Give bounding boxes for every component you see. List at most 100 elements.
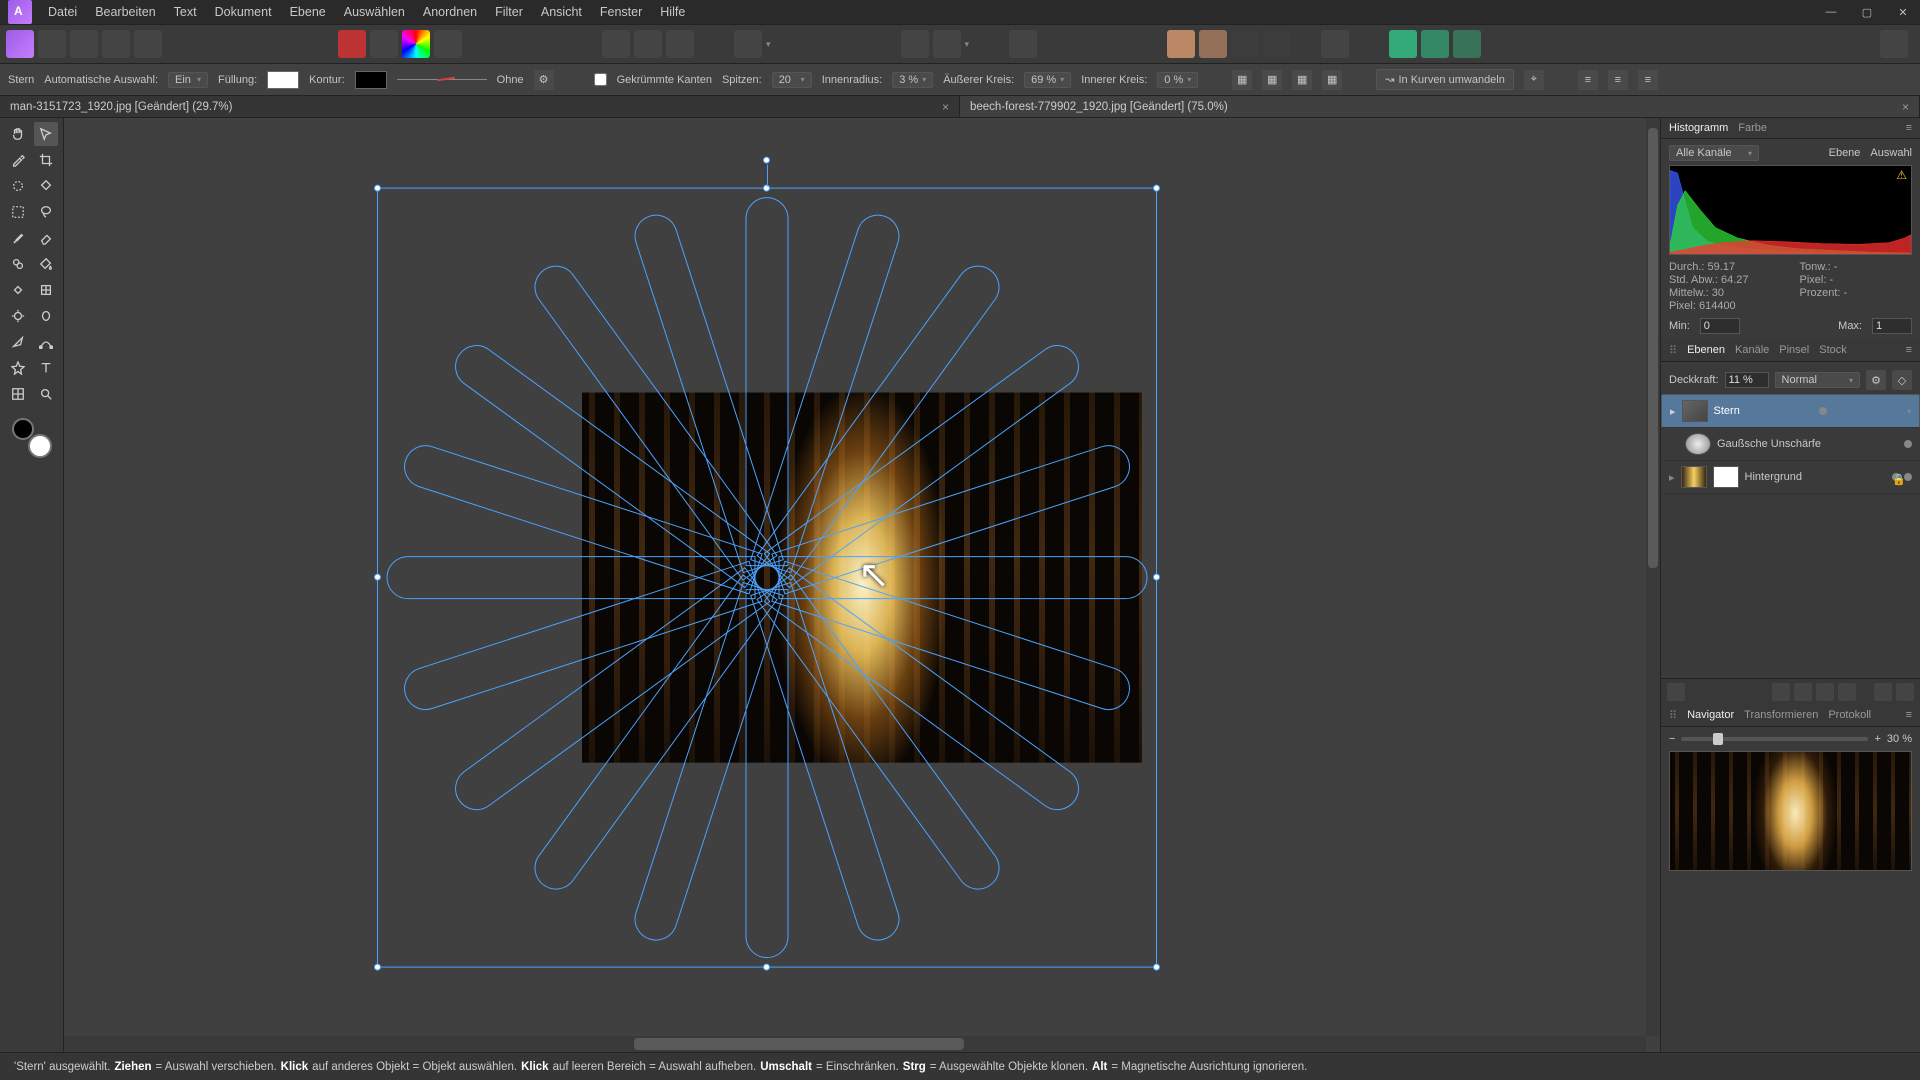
tab-histogram[interactable]: Histogramm — [1669, 122, 1728, 134]
lf-add-icon[interactable] — [1874, 683, 1892, 701]
tab-brush[interactable]: Pinsel — [1779, 344, 1809, 357]
swatch-red-icon[interactable] — [338, 30, 366, 58]
arrange-back-icon[interactable] — [1199, 30, 1227, 58]
lasso-tool-icon[interactable] — [34, 200, 58, 224]
handle-tl[interactable] — [374, 185, 381, 192]
menu-file[interactable]: Datei — [48, 5, 77, 19]
navigator-preview[interactable] — [1669, 751, 1912, 871]
layer-vis-bg[interactable] — [1904, 473, 1912, 481]
handle-ml[interactable] — [374, 574, 381, 581]
rotation-handle[interactable] — [763, 157, 770, 164]
convert-to-curves-button[interactable]: ↝In Kurven umwandeln — [1376, 69, 1514, 90]
lf-live-icon[interactable] — [1816, 683, 1834, 701]
align-v2-icon[interactable]: ≡ — [1608, 70, 1628, 90]
inpaint-tool-icon[interactable] — [34, 278, 58, 302]
handle-br[interactable] — [1153, 964, 1160, 971]
erase-tool-icon[interactable] — [34, 226, 58, 250]
layer-lock-bg[interactable]: 🔒 — [1892, 473, 1900, 481]
canvas[interactable]: ↖ — [64, 118, 1660, 1052]
min-input[interactable] — [1700, 318, 1740, 334]
crop-preset-icon[interactable] — [901, 30, 929, 58]
menu-edit[interactable]: Bearbeiten — [95, 5, 155, 19]
pen-tool-icon[interactable] — [6, 330, 30, 354]
stroke-settings-icon[interactable]: ⚙ — [534, 70, 554, 90]
align-v3-icon[interactable]: ≡ — [1638, 70, 1658, 90]
layer-vis-blur[interactable] — [1904, 440, 1912, 448]
layer-expand-bg-icon[interactable]: ▸ — [1669, 471, 1675, 484]
tab-transform[interactable]: Transformieren — [1744, 709, 1818, 722]
fill-swatch[interactable] — [267, 71, 299, 89]
stroke-swatch[interactable] — [355, 71, 387, 89]
quickmask-icon[interactable] — [1009, 30, 1037, 58]
menu-text[interactable]: Text — [174, 5, 197, 19]
menu-document[interactable]: Dokument — [215, 5, 272, 19]
crop-tool-icon[interactable] — [34, 148, 58, 172]
tab-stock[interactable]: Stock — [1819, 344, 1847, 357]
menu-help[interactable]: Hilfe — [660, 5, 685, 19]
menu-window[interactable]: Fenster — [600, 5, 642, 19]
layer-expand-icon[interactable]: ▸ — [1670, 405, 1676, 418]
layers-panel-menu-icon[interactable]: ≡ — [1906, 344, 1912, 357]
align-right-icon[interactable] — [666, 30, 694, 58]
document-tab-2[interactable]: beech-forest-779902_1920.jpg [Geändert] … — [960, 96, 1920, 117]
layer-row-blur[interactable]: Gaußsche Unschärfe — [1661, 428, 1920, 461]
channel-dropdown[interactable]: Alle Kanäle — [1669, 145, 1759, 161]
lf-delete-icon[interactable] — [1896, 683, 1914, 701]
handle-mr[interactable] — [1153, 574, 1160, 581]
smooth-edges-checkbox[interactable] — [594, 73, 607, 86]
align-left-icon[interactable] — [602, 30, 630, 58]
flood-select-icon[interactable] — [34, 174, 58, 198]
sync-1-icon[interactable] — [1389, 30, 1417, 58]
vertical-scrollbar[interactable] — [1646, 118, 1660, 1036]
text-tool-icon[interactable] — [34, 356, 58, 380]
persona-photo-icon[interactable] — [6, 30, 34, 58]
tab-layers[interactable]: Ebenen — [1687, 344, 1725, 357]
align-btn-3[interactable]: ▦ — [1292, 70, 1312, 90]
grid-icon[interactable] — [734, 30, 762, 58]
bounding-box[interactable] — [377, 188, 1157, 968]
window-maximize[interactable]: ▢ — [1850, 2, 1884, 22]
blendmode-dropdown[interactable]: Normal — [1775, 372, 1860, 388]
zoom-tool-icon[interactable] — [34, 382, 58, 406]
paintbrush-tool-icon[interactable] — [6, 226, 30, 250]
layer-row-bg[interactable]: ▸ Hintergrund 🔒 — [1661, 461, 1920, 494]
star-tool-icon[interactable] — [6, 356, 30, 380]
persona-export-icon[interactable] — [134, 30, 162, 58]
sync-2-icon[interactable] — [1421, 30, 1449, 58]
opacity-input[interactable] — [1725, 372, 1769, 388]
align-v1-icon[interactable]: ≡ — [1578, 70, 1598, 90]
distribute-icon[interactable] — [1321, 30, 1349, 58]
align-center-icon[interactable] — [634, 30, 662, 58]
innerradius-input[interactable]: 3 % — [892, 72, 933, 88]
layer-fx-icon[interactable]: ◇ — [1892, 370, 1912, 390]
handle-bc[interactable] — [763, 964, 770, 971]
outercircle-input[interactable]: 69 % — [1024, 72, 1071, 88]
tab-channels[interactable]: Kanäle — [1735, 344, 1769, 357]
transform-origin-icon[interactable]: ⌖ — [1524, 70, 1544, 90]
selection-brush-icon[interactable] — [6, 174, 30, 198]
fill-tool-icon[interactable] — [34, 252, 58, 276]
handle-bl[interactable] — [374, 964, 381, 971]
swatch-rainbow-icon[interactable] — [402, 30, 430, 58]
marquee-tool-icon[interactable] — [6, 200, 30, 224]
mesh-tool-icon[interactable] — [6, 382, 30, 406]
layer-row-stern[interactable]: ▸ Stern — [1661, 394, 1920, 428]
align-btn-4[interactable]: ▦ — [1322, 70, 1342, 90]
hand-tool-icon[interactable] — [6, 122, 30, 146]
nav-grip-icon[interactable]: ⠿ — [1669, 709, 1677, 722]
menu-arrange[interactable]: Anordnen — [423, 5, 477, 19]
persona-tonemap-icon[interactable] — [102, 30, 130, 58]
lf-mask-icon[interactable] — [1667, 683, 1685, 701]
innercircle-input[interactable]: 0 % — [1157, 72, 1198, 88]
smudge-tool-icon[interactable] — [34, 304, 58, 328]
sync-3-icon[interactable] — [1453, 30, 1481, 58]
menu-filter[interactable]: Filter — [495, 5, 523, 19]
tab-2-close-icon[interactable]: × — [1902, 100, 1909, 114]
zoom-slider[interactable] — [1681, 737, 1868, 741]
layer-vis-stern[interactable] — [1819, 407, 1827, 415]
handle-tr[interactable] — [1153, 185, 1160, 192]
snap-icon[interactable] — [933, 30, 961, 58]
lf-fx-icon[interactable] — [1794, 683, 1812, 701]
menu-view[interactable]: Ansicht — [541, 5, 582, 19]
zoom-out-icon[interactable]: − — [1669, 733, 1675, 745]
